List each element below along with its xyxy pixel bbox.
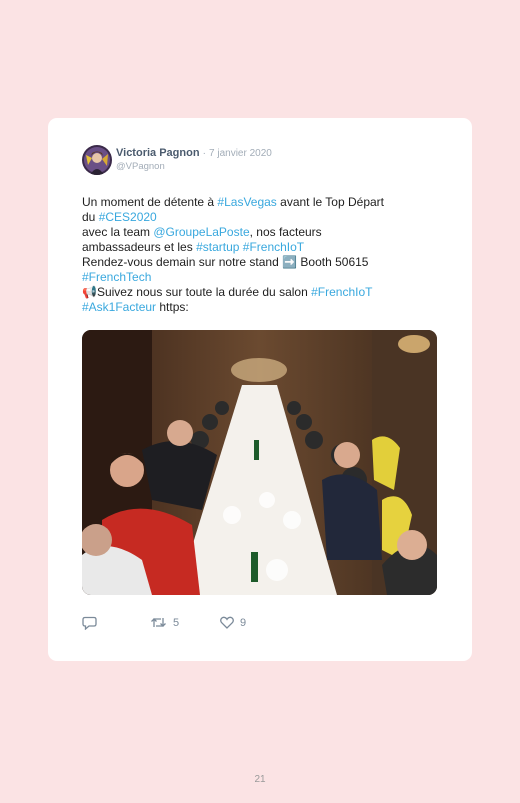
like-count: 9 (240, 616, 247, 629)
hashtag-link[interactable]: #FrenchTech (82, 270, 151, 284)
page-number: 21 (254, 774, 266, 785)
hashtag-link[interactable]: #FrenchIoT (243, 240, 304, 254)
author-handle[interactable]: @VPagnon (116, 161, 165, 172)
hashtag-link[interactable]: #CES2020 (99, 210, 157, 224)
tweet-text-segment: Booth 50615 (297, 255, 369, 269)
hashtag-link[interactable]: #startup (196, 240, 239, 254)
retweet-icon (151, 618, 166, 627)
tweet-text-line: avec la team @GroupeLaPoste, nos facteur… (82, 225, 452, 240)
author-line: Victoria Pagnon · 7 janvier 2020 (116, 147, 272, 159)
tweet-text-segment: ambassadeurs et les (82, 240, 197, 254)
reply-icon (82, 616, 97, 630)
tweet-text-line: Un moment de détente à #LasVegas avant l… (82, 195, 452, 210)
like-button[interactable]: 9 (220, 616, 246, 629)
tweet-text-line: 📢Suivez nous sur toute la durée du salon… (82, 285, 452, 300)
tweet-text-segment: Un moment de détente à (82, 195, 218, 209)
tweet-text: Un moment de détente à #LasVegas avant l… (82, 195, 452, 315)
tweet-text-segment: avec la team (82, 225, 154, 239)
reply-button[interactable] (82, 616, 97, 630)
hashtag-link[interactable]: #LasVegas (217, 195, 276, 209)
tweet-date[interactable]: 7 janvier 2020 (209, 148, 272, 159)
tweet-text-line: du #CES2020 (82, 210, 452, 225)
tweet-text-segment: , nos facteurs (249, 225, 322, 239)
tweet-photo[interactable] (82, 330, 437, 595)
tweet-text-line: #FrenchTech (82, 270, 452, 285)
hashtag-link[interactable]: #FrenchIoT (311, 285, 372, 299)
retweet-count: 5 (173, 616, 180, 629)
tweet-text-segment: du (82, 210, 99, 224)
tweet-text-line: #Ask1Facteur https: (82, 300, 452, 315)
mention-link[interactable]: @GroupeLaPoste (153, 225, 249, 239)
author-avatar[interactable] (82, 145, 112, 175)
emoji-icon: 📢 (82, 285, 97, 299)
tweet-text-line: ambassadeurs et les #startup #FrenchIoT (82, 240, 452, 255)
tweet-text-segment: Suivez nous sur toute la durée du salon (96, 285, 312, 299)
separator-dot: · (202, 148, 206, 159)
hashtag-link[interactable]: #Ask1Facteur (82, 300, 156, 314)
tweet-text-segment: https: (156, 300, 189, 314)
retweet-button[interactable]: 5 (150, 616, 179, 629)
tweet-card: Victoria Pagnon · 7 janvier 2020 @VPagno… (48, 118, 472, 661)
tweet-text-segment: Rendez-vous demain sur notre stand (82, 255, 283, 269)
tweet-text-segment: avant le Top Départ (276, 195, 384, 209)
tweet-text-line: Rendez-vous demain sur notre stand ➡️ Bo… (82, 255, 452, 270)
emoji-icon: ➡️ (282, 255, 298, 269)
like-icon (220, 616, 234, 629)
author-name[interactable]: Victoria Pagnon (116, 147, 200, 159)
